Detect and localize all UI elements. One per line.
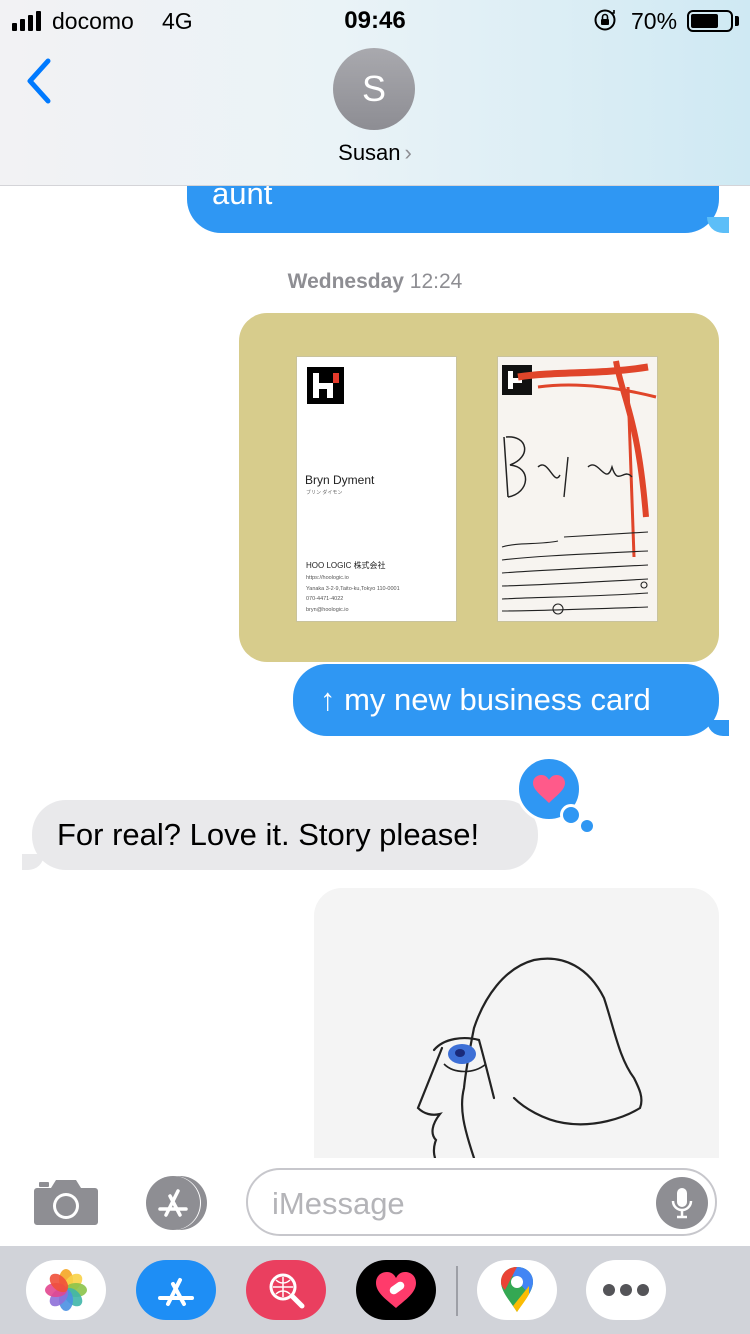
conversation-header: docomo 4G 09:46 70% S Susan › [0, 0, 750, 186]
avatar-initial: S [361, 68, 386, 109]
message-timestamp: Wednesday 12:24 [0, 270, 750, 294]
face-sketch-drawing [416, 957, 643, 1168]
bubble-tail [22, 854, 44, 870]
rotation-lock-icon [594, 9, 616, 31]
message-text-input[interactable] [272, 1184, 652, 1224]
hoo-logic-logo [307, 367, 344, 404]
battery-icon [687, 10, 733, 32]
heart-icon [533, 775, 565, 803]
card-name-kana: ブリン ダイモン [306, 490, 343, 496]
tapback-tail [560, 804, 582, 826]
business-card-handwritten [497, 356, 658, 622]
digital-touch-icon [376, 1272, 416, 1308]
tapback-tail-small [581, 820, 593, 832]
imessage-field[interactable] [246, 1168, 717, 1236]
business-card-photo[interactable]: Bryn Dyment ブリン ダイモン HOO LOGIC 株式会社 http… [239, 313, 719, 662]
digital-touch-app-button[interactable] [356, 1260, 436, 1320]
contact-name-button[interactable]: Susan › [0, 140, 750, 166]
chevron-right-icon: › [404, 140, 412, 165]
card-contact-details: https://hoologic.io Yanaka 3-2-9,Taito-k… [306, 575, 400, 613]
app-store-icon[interactable] [140, 1175, 212, 1231]
timestamp-day: Wednesday [287, 270, 404, 293]
photos-icon [45, 1269, 87, 1311]
message-input-bar [0, 1158, 750, 1246]
battery-percentage: 70% [631, 8, 678, 34]
more-apps-button[interactable] [586, 1260, 666, 1320]
bubble-tail [707, 720, 729, 736]
app-store-icon [158, 1278, 194, 1306]
sent-caption-bubble[interactable]: ↑ my new business card [293, 664, 719, 736]
app-drawer [0, 1246, 750, 1334]
image-search-icon [269, 1273, 305, 1309]
message-text: For real? Love it. Story please! [57, 817, 480, 852]
contact-name: Susan [338, 140, 401, 165]
google-maps-icon [501, 1267, 533, 1312]
microphone-icon[interactable] [656, 1177, 708, 1229]
google-maps-app-button[interactable] [477, 1260, 557, 1320]
status-bar: docomo 4G 09:46 70% [0, 0, 750, 40]
app-store-app-button[interactable] [136, 1260, 216, 1320]
more-icon [603, 1284, 649, 1296]
handwritten-card-drawing [501, 360, 657, 615]
battery-tip [735, 16, 739, 26]
drawer-divider [456, 1266, 458, 1316]
received-message-bubble[interactable]: For real? Love it. Story please! [32, 800, 538, 870]
message-text: ↑ my new business card [320, 682, 651, 717]
timestamp-time: 12:24 [409, 270, 463, 293]
bubble-tail [707, 217, 729, 233]
image-search-app-button[interactable] [246, 1260, 326, 1320]
back-button[interactable] [20, 55, 60, 107]
card-name: Bryn Dyment [305, 473, 375, 487]
card-company: HOO LOGIC 株式会社 [306, 561, 386, 570]
business-card-front: Bryn Dyment ブリン ダイモン HOO LOGIC 株式会社 http… [296, 356, 457, 622]
photos-app-button[interactable] [26, 1260, 106, 1320]
contact-avatar[interactable]: S [333, 48, 415, 130]
camera-icon[interactable] [33, 1176, 99, 1228]
drawing-photo[interactable] [314, 888, 719, 1168]
